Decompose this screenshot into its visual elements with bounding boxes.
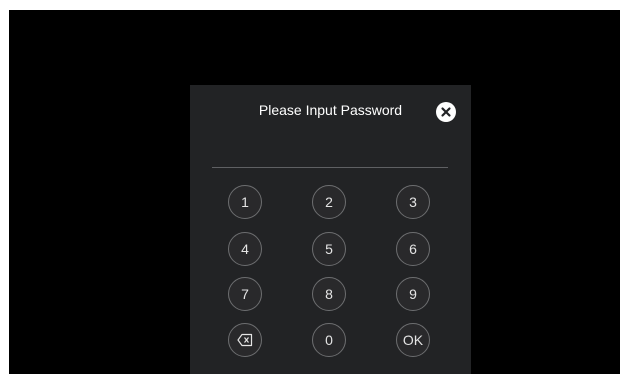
key-2-button[interactable]: 2 [312, 185, 346, 219]
key-label: 0 [325, 332, 333, 348]
key-label: 3 [409, 194, 417, 210]
password-dialog: Please Input Password 1 2 3 4 5 6 7 8 9 … [190, 85, 471, 374]
key-7-button[interactable]: 7 [228, 277, 262, 311]
key-5-button[interactable]: 5 [312, 232, 346, 266]
key-label: 8 [325, 286, 333, 302]
key-6-button[interactable]: 6 [396, 232, 430, 266]
key-label: 7 [241, 286, 249, 302]
key-label: 1 [241, 194, 249, 210]
key-label: 9 [409, 286, 417, 302]
key-label: 4 [241, 241, 249, 257]
password-input[interactable] [212, 145, 448, 168]
key-label: 6 [409, 241, 417, 257]
close-button[interactable] [436, 102, 456, 122]
screen-background: Please Input Password 1 2 3 4 5 6 7 8 9 … [9, 10, 620, 374]
close-icon [441, 107, 451, 117]
backspace-icon [237, 333, 253, 347]
key-0-button[interactable]: 0 [312, 323, 346, 357]
key-1-button[interactable]: 1 [228, 185, 262, 219]
key-4-button[interactable]: 4 [228, 232, 262, 266]
key-label: 5 [325, 241, 333, 257]
key-label: 2 [325, 194, 333, 210]
key-label: OK [402, 332, 424, 348]
key-3-button[interactable]: 3 [396, 185, 430, 219]
backspace-button[interactable] [228, 323, 262, 357]
key-9-button[interactable]: 9 [396, 277, 430, 311]
dialog-title: Please Input Password [258, 102, 403, 118]
ok-button[interactable]: OK [396, 323, 430, 357]
key-8-button[interactable]: 8 [312, 277, 346, 311]
